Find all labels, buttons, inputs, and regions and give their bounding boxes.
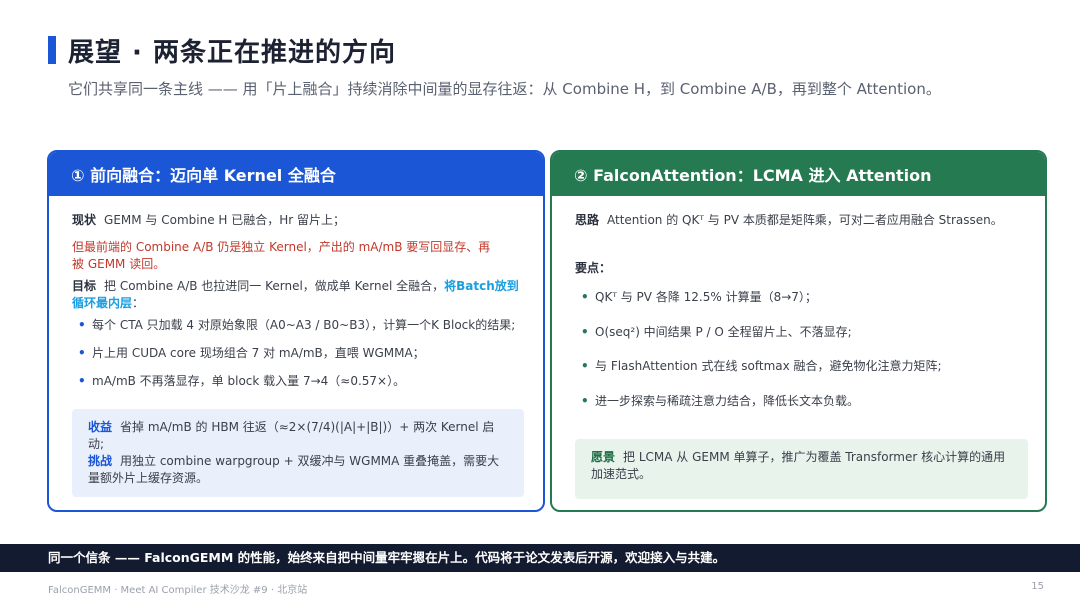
- bullet-dot-icon: •: [78, 346, 86, 360]
- gain-line: 收益 省掉 mA/mB 的 HBM 往返（≈2×(7/4)(|A|+|B|)）+ …: [88, 419, 508, 453]
- forward-fusion-card: ① 前向融合：迈向单 Kernel 全融合 现状 GEMM 与 Combine H…: [47, 150, 545, 512]
- status-text: GEMM 与 Combine H 已融合，Hr 留片上；: [104, 213, 346, 227]
- vision-label: 愿景: [591, 450, 616, 464]
- title-accent-bar: [48, 36, 56, 64]
- page-subtitle: 它们共享同一条主线 —— 用「片上融合」持续消除中间量的显存往返：从 Combi…: [68, 80, 941, 98]
- bullet-text: 片上用 CUDA core 现场组合 7 对 mA/mB，直喂 WGMMA；: [92, 346, 425, 360]
- goal-text: 把 Combine A/B 也拉进同一 Kernel，做成单 Kernel 全融…: [104, 279, 445, 293]
- list-item: • 进一步探索与稀疏注意力结合，降低长文本负载。: [581, 392, 859, 409]
- forward-fusion-card-title: ① 前向融合：迈向单 Kernel 全融合: [49, 152, 543, 196]
- list-item: • mA/mB 不再落显存，单 block 载入量 7→4（≈0.57×）。: [78, 372, 405, 389]
- status-line: 现状 GEMM 与 Combine H 已融合，Hr 留片上；: [72, 212, 522, 229]
- list-item: • 片上用 CUDA core 现场组合 7 对 mA/mB，直喂 WGMMA；: [78, 344, 425, 361]
- challenge-line: 挑战 用独立 combine warpgroup + 双缓冲与 WGMMA 重叠掩…: [88, 453, 508, 487]
- bullet-text: 与 FlashAttention 式在线 softmax 融合，避免物化注意力矩…: [595, 359, 942, 373]
- footer-source: FalconGEMM · Meet AI Compiler 技术沙龙 #9 · …: [48, 585, 308, 596]
- bullet-dot-icon: •: [581, 290, 589, 304]
- bullet-text: mA/mB 不再落显存，单 block 载入量 7→4（≈0.57×）。: [92, 374, 406, 388]
- bullet-text: O(seq²) 中间结果 P / O 全程留片上、不落显存;: [595, 325, 852, 339]
- bullet-dot-icon: •: [581, 394, 589, 408]
- bullet-dot-icon: •: [581, 359, 589, 373]
- idea-text: Attention 的 QKᵀ 与 PV 本质都是矩阵乘，可对二者应用融合 St…: [607, 213, 1003, 227]
- footer-credo-band: 同一个信条 —— FalconGEMM 的性能，始终来自把中间量牢牢摁在片上。代…: [0, 544, 1080, 572]
- gain-text: 省掉 mA/mB 的 HBM 往返（≈2×(7/4)(|A|+|B|)）+ 两次…: [88, 420, 495, 451]
- page-number: 15: [1031, 581, 1044, 592]
- points-label: 要点：: [575, 261, 612, 275]
- vision-text: 把 LCMA 从 GEMM 单算子，推广为覆盖 Transformer 核心计算…: [591, 450, 1006, 481]
- goal-tail: ：: [132, 296, 145, 310]
- idea-line: 思路 Attention 的 QKᵀ 与 PV 本质都是矩阵乘，可对二者应用融合 …: [575, 212, 1030, 229]
- bullet-dot-icon: •: [581, 325, 589, 339]
- challenge-text: 用独立 combine warpgroup + 双缓冲与 WGMMA 重叠掩盖，…: [88, 454, 500, 485]
- list-item: • O(seq²) 中间结果 P / O 全程留片上、不落显存;: [581, 323, 852, 340]
- status-label: 现状: [72, 213, 97, 227]
- bullet-text: 进一步探索与稀疏注意力结合，降低长文本负载。: [595, 394, 860, 408]
- goal-label: 目标: [72, 279, 97, 293]
- falcon-attention-card: ② FalconAttention：LCMA 进入 Attention 思路 At…: [550, 150, 1047, 512]
- vision-box: 愿景把 LCMA 从 GEMM 单算子，推广为覆盖 Transformer 核心…: [575, 439, 1028, 499]
- bullet-text: QKᵀ 与 PV 各降 12.5% 计算量（8→7）；: [595, 290, 817, 304]
- bullet-dot-icon: •: [78, 374, 86, 388]
- page-title: 展望 · 两条正在推进的方向: [68, 38, 396, 68]
- idea-label: 思路: [575, 213, 600, 227]
- list-item: • QKᵀ 与 PV 各降 12.5% 计算量（8→7）；: [581, 288, 817, 305]
- bullet-text: 每个 CTA 只加载 4 对原始象限（A0~A3 / B0~B3），计算一个K …: [92, 318, 516, 332]
- gain-challenge-box: 收益 省掉 mA/mB 的 HBM 往返（≈2×(7/4)(|A|+|B|)）+ …: [72, 409, 524, 497]
- goal-line: 目标把 Combine A/B 也拉进同一 Kernel，做成单 Kernel …: [72, 278, 527, 312]
- list-item: • 每个 CTA 只加载 4 对原始象限（A0~A3 / B0~B3），计算一个K…: [78, 316, 515, 333]
- bullet-dot-icon: •: [78, 318, 86, 332]
- falcon-attention-card-title: ② FalconAttention：LCMA 进入 Attention: [552, 152, 1045, 196]
- warning-text: 但最前端的 Combine A/B 仍是独立 Kernel，产出的 mA/mB …: [72, 240, 491, 271]
- list-item: • 与 FlashAttention 式在线 softmax 融合，避免物化注意力…: [581, 357, 942, 374]
- challenge-label: 挑战: [88, 454, 113, 468]
- gain-label: 收益: [88, 420, 113, 434]
